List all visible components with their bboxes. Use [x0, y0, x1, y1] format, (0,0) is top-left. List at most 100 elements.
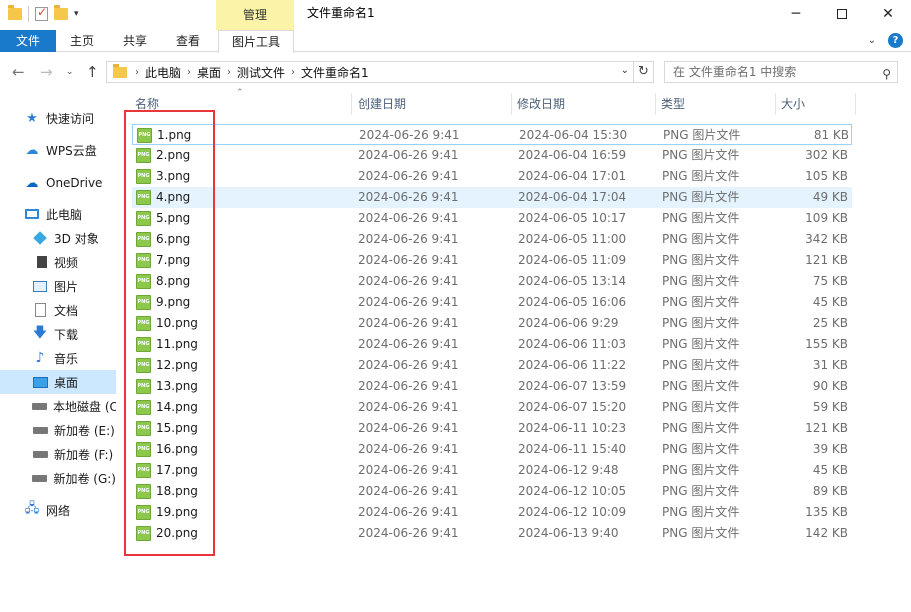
tab-view[interactable]: 查看 [166, 30, 210, 52]
table-row[interactable]: PNG 14.png 2024-06-26 9:41 2024-06-07 15:20… [132, 397, 852, 418]
back-arrow-icon[interactable]: ← [12, 63, 25, 81]
table-row[interactable]: PNG 4.png 2024-06-26 9:41 2024-06-04 17:04 P… [132, 187, 852, 208]
table-row[interactable]: PNG 13.png 2024-06-26 9:41 2024-06-07 13:59… [132, 376, 852, 397]
png-file-icon: PNG [136, 253, 151, 268]
file-size: 89 KB [812, 484, 848, 498]
table-row[interactable]: PNG 15.png 2024-06-26 9:41 2024-06-11 10:23… [132, 418, 852, 439]
maximize-icon [837, 9, 847, 19]
file-type: PNG 图片文件 [662, 358, 740, 372]
sidebar-item-desktop[interactable]: 桌面 [0, 370, 116, 394]
sidebar-item-drive-f[interactable]: 新加卷 (F:) [0, 442, 116, 466]
sidebar-item-downloads[interactable]: 🡇 下载 [0, 322, 116, 346]
table-row[interactable]: PNG 9.png 2024-06-26 9:41 2024-06-05 16:06 P… [132, 292, 852, 313]
sidebar-item-music[interactable]: ♪ 音乐 [0, 346, 116, 370]
sidebar-item-quick-access[interactable]: ★ 快速访问 [0, 106, 116, 130]
table-row[interactable]: PNG 7.png 2024-06-26 9:41 2024-06-05 11:09 P… [132, 250, 852, 271]
table-row[interactable]: PNG 6.png 2024-06-26 9:41 2024-06-05 11:00 P… [132, 229, 852, 250]
file-modified-date: 2024-06-05 11:09 [518, 253, 627, 267]
sidebar-item-drive-g[interactable]: 新加卷 (G:) [0, 466, 116, 490]
file-name: 4.png [156, 190, 191, 204]
sidebar-item-pictures[interactable]: 图片 [0, 274, 116, 298]
column-header-created[interactable]: 创建日期 [358, 91, 406, 117]
search-icon[interactable]: ⚲ [882, 64, 891, 84]
column-header-type[interactable]: 类型 [661, 91, 685, 117]
file-name: 14.png [156, 400, 198, 414]
table-row[interactable]: PNG 19.png 2024-06-26 9:41 2024-06-12 10:09… [132, 502, 852, 523]
sidebar-item-videos[interactable]: 视频 [0, 250, 116, 274]
sidebar-item-onedrive[interactable]: ☁ OneDrive [0, 171, 116, 195]
search-input[interactable]: 在 文件重命名1 中搜索 ⚲ [664, 61, 898, 83]
sidebar-item-wps-cloud[interactable]: ☁ WPS云盘 [0, 138, 116, 162]
customize-chevron-icon[interactable]: ▾ [74, 9, 79, 19]
table-row[interactable]: PNG 18.png 2024-06-26 9:41 2024-06-12 10:05… [132, 481, 852, 502]
sidebar-item-this-pc[interactable]: 此电脑 [0, 202, 116, 226]
file-name: 20.png [156, 526, 198, 540]
file-type: PNG 图片文件 [662, 379, 740, 393]
column-divider[interactable] [775, 93, 776, 115]
file-size: 25 KB [812, 316, 848, 330]
sidebar-item-documents[interactable]: 文档 [0, 298, 116, 322]
tab-picture-tools[interactable]: 图片工具 [218, 30, 294, 53]
refresh-button[interactable]: ↻ [634, 61, 654, 83]
column-divider[interactable] [855, 93, 856, 115]
column-divider[interactable] [511, 93, 512, 115]
table-row[interactable]: PNG 1.png 2024-06-26 9:41 2024-06-04 15:30 P… [132, 124, 852, 145]
column-header-modified[interactable]: 修改日期 [517, 91, 565, 117]
file-type: PNG 图片文件 [662, 190, 740, 204]
table-row[interactable]: PNG 20.png 2024-06-26 9:41 2024-06-13 9:40 P… [132, 523, 852, 544]
maximize-button[interactable] [819, 0, 865, 28]
file-type: PNG 图片文件 [662, 442, 740, 456]
address-bar[interactable]: › 此电脑 › 桌面 › 测试文件 › 文件重命名1 ⌄ [106, 61, 634, 83]
manage-context-tab[interactable]: 管理 [216, 0, 294, 30]
png-file-icon: PNG [136, 400, 151, 415]
table-row[interactable]: PNG 16.png 2024-06-26 9:41 2024-06-11 15:40… [132, 439, 852, 460]
column-header-size[interactable]: 大小 [781, 91, 805, 117]
documents-icon [32, 303, 48, 317]
address-dropdown-icon[interactable]: ⌄ [621, 65, 629, 76]
tab-share[interactable]: 共享 [113, 30, 157, 52]
table-row[interactable]: PNG 11.png 2024-06-26 9:41 2024-06-06 11:03… [132, 334, 852, 355]
table-row[interactable]: PNG 12.png 2024-06-26 9:41 2024-06-06 11:22… [132, 355, 852, 376]
close-button[interactable]: ✕ [865, 0, 911, 28]
quick-access-toolbar: ▾ [8, 5, 79, 22]
new-folder-icon[interactable] [54, 5, 68, 20]
table-row[interactable]: PNG 17.png 2024-06-26 9:41 2024-06-12 9:48 P… [132, 460, 852, 481]
breadcrumb-this-pc[interactable]: 此电脑 [139, 64, 187, 81]
forward-arrow-icon[interactable]: → [40, 63, 53, 81]
table-row[interactable]: PNG 10.png 2024-06-26 9:41 2024-06-06 9:29 P… [132, 313, 852, 334]
file-size: 342 KB [805, 232, 848, 246]
column-divider[interactable] [351, 93, 352, 115]
sidebar-item-3d-objects[interactable]: 3D 对象 [0, 226, 116, 250]
sidebar-item-drive-c[interactable]: 本地磁盘 (C [0, 394, 116, 418]
drive-icon [32, 447, 48, 461]
file-name: 16.png [156, 442, 198, 456]
breadcrumb-current-folder[interactable]: 文件重命名1 [295, 64, 375, 81]
properties-icon[interactable] [35, 5, 48, 21]
png-file-icon: PNG [136, 442, 151, 457]
table-row[interactable]: PNG 5.png 2024-06-26 9:41 2024-06-05 10:17 P… [132, 208, 852, 229]
minimize-button[interactable]: ─ [773, 0, 819, 28]
sidebar-item-network[interactable]: 🖧 网络 [0, 498, 116, 522]
png-file-icon: PNG [136, 295, 151, 310]
table-row[interactable]: PNG 3.png 2024-06-26 9:41 2024-06-04 17:01 P… [132, 166, 852, 187]
help-icon[interactable]: ? [888, 33, 903, 48]
file-type: PNG 图片文件 [662, 463, 740, 477]
file-created-date: 2024-06-26 9:41 [358, 337, 459, 351]
table-row[interactable]: PNG 2.png 2024-06-26 9:41 2024-06-04 16:59 P… [132, 145, 852, 166]
file-size: 39 KB [812, 442, 848, 456]
breadcrumb-desktop[interactable]: 桌面 [191, 64, 227, 81]
file-modified-date: 2024-06-05 16:06 [518, 295, 627, 309]
column-divider[interactable] [655, 93, 656, 115]
breadcrumb-test-files[interactable]: 测试文件 [231, 64, 291, 81]
column-header-name[interactable]: 名称 [135, 91, 159, 117]
expand-ribbon-icon[interactable]: ⌄ [868, 35, 876, 46]
up-arrow-icon[interactable]: ↑ [86, 63, 99, 81]
sidebar-item-drive-e[interactable]: 新加卷 (E:) [0, 418, 116, 442]
tab-home[interactable]: 主页 [60, 30, 104, 52]
png-file-icon: PNG [136, 358, 151, 373]
table-row[interactable]: PNG 8.png 2024-06-26 9:41 2024-06-05 13:14 P… [132, 271, 852, 292]
recent-locations-chevron-icon[interactable]: ⌄ [66, 67, 74, 77]
file-size: 45 KB [812, 463, 848, 477]
tab-file[interactable]: 文件 [0, 30, 56, 52]
png-file-icon: PNG [136, 505, 151, 520]
